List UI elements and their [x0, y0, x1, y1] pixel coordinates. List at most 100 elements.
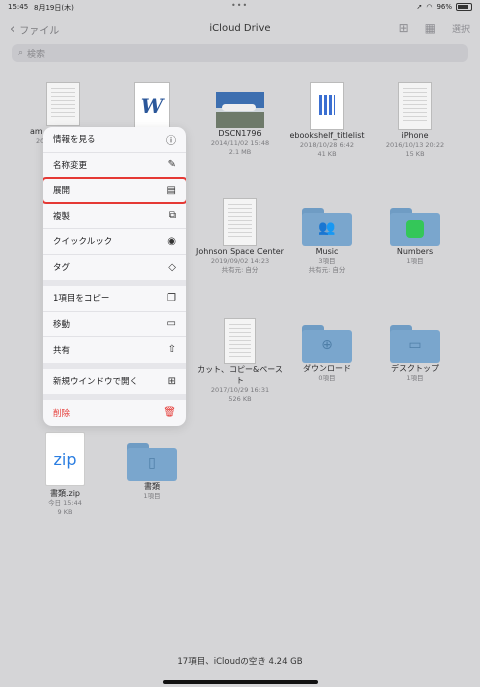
info-icon: ⓘ	[166, 135, 176, 147]
menu-label: 1項目をコピー	[53, 294, 110, 305]
status-bar: 15:45 8月19日(木) ••• ➚ ◠ 96%	[0, 0, 480, 14]
menu-label: 削除	[53, 408, 71, 419]
folder-icon: ▭	[390, 325, 440, 363]
menu-label: 複製	[53, 211, 71, 222]
menu-item-move[interactable]: 移動 ▭	[43, 312, 186, 337]
folder-downloads[interactable]: ⊕ ダウンロード 0項目	[282, 325, 372, 383]
new-folder-icon[interactable]: ⊞	[399, 21, 409, 35]
duplicate-icon: ⧉	[168, 210, 176, 222]
search-placeholder: 検索	[27, 49, 46, 60]
file-date: 2014/11/02 15:48	[210, 139, 270, 147]
numbers-app-icon	[406, 220, 424, 238]
grid-icon: ⊞	[167, 375, 176, 387]
battery-percent: 96%	[436, 3, 452, 11]
multitask-dots-icon[interactable]: •••	[231, 1, 248, 10]
zip-icon-label: zip	[53, 450, 77, 469]
document-thumbnail	[398, 82, 432, 130]
folder-icon: 👥	[302, 208, 352, 246]
status-right: ➚ ◠ 96%	[416, 3, 472, 11]
zip-file-icon: zip	[45, 432, 85, 486]
photo-thumbnail	[216, 92, 264, 128]
folder-count: 1項目	[143, 492, 161, 500]
file-size: 9 KB	[57, 508, 73, 516]
document-thumbnail	[224, 318, 256, 364]
desktop-icon: ▭	[408, 337, 422, 353]
file-item-cutcopy[interactable]: カット、コピー&ペースト 2017/10/29 16:31 526 KB	[195, 318, 285, 404]
menu-label: タグ	[53, 263, 71, 274]
menu-item-rename[interactable]: 名称変更 ✎	[43, 153, 186, 178]
folder-music[interactable]: 👥 Music 3項目 共有元: 自分	[282, 208, 372, 275]
document-thumbnail	[46, 82, 80, 126]
menu-label: 移動	[53, 319, 71, 330]
menu-item-duplicate[interactable]: 複製 ⧉	[43, 204, 186, 229]
numbers-document-icon	[310, 82, 344, 130]
storage-summary: 17項目、iCloudの空き 4.24 GB	[177, 657, 303, 667]
folder-owner: 共有元: 自分	[308, 266, 346, 274]
file-name: iPhone	[401, 131, 429, 140]
battery-icon	[456, 3, 472, 11]
status-time: 15:45	[8, 3, 29, 11]
file-item-ebookshelf[interactable]: ebookshelf_titlelist 2018/10/28 6:42 41 …	[282, 82, 372, 159]
pencil-icon: ✎	[167, 159, 176, 171]
file-size: 526 KB	[228, 395, 252, 403]
share-icon: ⇧	[167, 344, 176, 356]
file-date: 今日 15:44	[48, 499, 82, 507]
download-icon: ⊕	[321, 337, 333, 353]
menu-label: 共有	[53, 345, 71, 356]
folder-documents[interactable]: ▯ 書類 1項目	[107, 443, 197, 501]
file-name: 書類.zip	[49, 489, 81, 498]
folder-icon: ▯	[127, 443, 177, 481]
folder-name: 書類	[144, 482, 160, 491]
folder-name: デスクトップ	[391, 364, 439, 373]
file-size: 15 KB	[405, 150, 425, 158]
search-input[interactable]: ⌕ 検索	[12, 44, 468, 62]
menu-item-quicklook[interactable]: クイックルック ◉	[43, 229, 186, 255]
menu-item-share[interactable]: 共有 ⇧	[43, 337, 186, 363]
folder-count: 1項目	[406, 374, 424, 382]
file-date: 2017/10/29 16:31	[210, 386, 270, 394]
menu-label: クイックルック	[53, 237, 113, 248]
menu-label: 新規ウインドウで開く	[53, 377, 139, 388]
menu-label: 名称変更	[53, 160, 88, 171]
file-owner: 共有元: 自分	[221, 266, 259, 274]
file-item-johnson[interactable]: Johnson Space Center 2019/09/02 14:23 共有…	[195, 198, 285, 275]
folder-name: Numbers	[396, 247, 434, 256]
home-indicator[interactable]	[163, 680, 318, 684]
file-item[interactable]: W	[107, 82, 197, 128]
nav-actions: ⊞ ▦ 選択	[399, 21, 470, 35]
menu-item-delete[interactable]: 削除 🗑	[43, 400, 186, 426]
file-name: Johnson Space Center	[196, 247, 284, 256]
folder-icon: ▭	[166, 318, 176, 330]
folder-icon	[390, 208, 440, 246]
folder-desktop[interactable]: ▭ デスクトップ 1項目	[370, 325, 460, 383]
tag-icon: ◇	[168, 261, 176, 273]
menu-item-tags[interactable]: タグ ◇	[43, 255, 186, 281]
menu-item-new-window[interactable]: 新規ウインドウで開く ⊞	[43, 369, 186, 395]
menu-item-copy[interactable]: 1項目をコピー ❐	[43, 286, 186, 312]
document-thumbnail	[223, 198, 257, 246]
file-item-iphone[interactable]: iPhone 2016/10/13 20:22 15 KB	[370, 82, 460, 159]
file-date: 2016/10/13 20:22	[385, 141, 445, 149]
file-date: 2019/09/02 14:23	[210, 257, 270, 265]
file-size: 41 KB	[317, 150, 337, 158]
file-name: カット、コピー&ペースト	[197, 365, 283, 385]
document-icon: ▯	[148, 455, 156, 471]
file-item-dscn1796[interactable]: DSCN1796 2014/11/02 15:48 2.1 MB	[195, 82, 285, 157]
file-date: 2018/10/28 6:42	[299, 141, 355, 149]
menu-label: 情報を見る	[53, 135, 96, 146]
copy-icon: ❐	[167, 292, 176, 304]
folder-name: ダウンロード	[303, 364, 351, 373]
select-button[interactable]: 選択	[452, 22, 470, 35]
folder-icon: ⊕	[302, 325, 352, 363]
folder-count: 0項目	[318, 374, 336, 382]
highlight-box	[43, 177, 186, 204]
context-menu: 情報を見る ⓘ 名称変更 ✎ 展開 ▤ 複製 ⧉ クイックルック ◉ タグ ◇ …	[43, 127, 186, 426]
file-item-zip[interactable]: zip 書類.zip 今日 15:44 9 KB	[20, 432, 110, 517]
file-name: ebookshelf_titlelist	[289, 131, 365, 140]
folder-numbers[interactable]: Numbers 1項目	[370, 208, 460, 266]
folder-count: 3項目	[318, 257, 336, 265]
menu-item-info[interactable]: 情報を見る ⓘ	[43, 127, 186, 153]
menu-item-expand[interactable]: 展開 ▤	[43, 177, 186, 204]
folder-name: Music	[315, 247, 339, 256]
grid-view-icon[interactable]: ▦	[425, 21, 436, 35]
